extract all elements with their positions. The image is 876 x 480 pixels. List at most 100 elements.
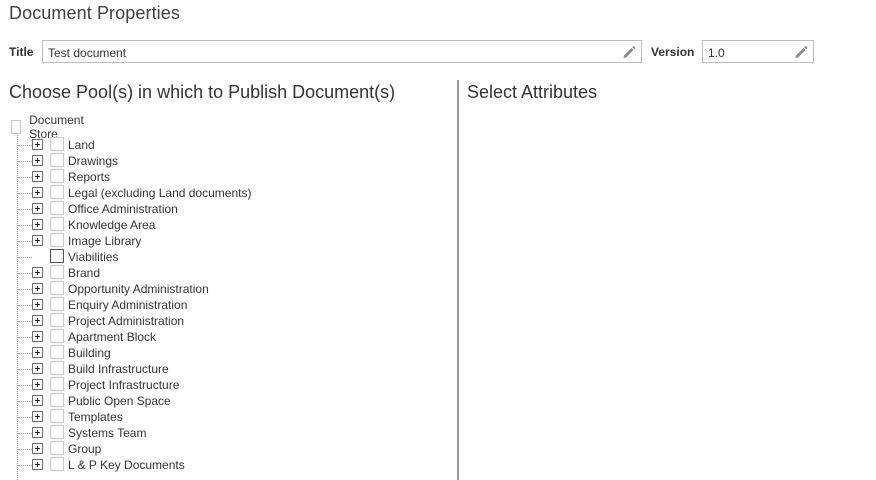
tree-connector	[18, 449, 32, 450]
tree-item-checkbox[interactable]	[50, 249, 64, 263]
expand-plus-icon[interactable]	[32, 379, 43, 390]
tree-item-checkbox[interactable]	[50, 329, 64, 343]
tree-item-label: Group	[68, 442, 102, 456]
tree-item-label: Build Infrastructure	[68, 362, 169, 376]
tree-connector	[18, 465, 32, 466]
tree-connector	[18, 209, 32, 210]
tree-item[interactable]: Reports	[18, 169, 418, 185]
tree-item-label: Systems Team	[68, 426, 147, 440]
tree-item-label: Enquiry Administration	[68, 298, 188, 312]
tree-item[interactable]: Brand	[18, 265, 418, 281]
pools-heading: Choose Pool(s) in which to Publish Docum…	[9, 82, 396, 102]
tree-item-checkbox[interactable]	[50, 425, 64, 439]
tree-item[interactable]: Opportunity Administration	[18, 281, 418, 297]
tree-item-checkbox[interactable]	[50, 345, 64, 359]
tree-connector	[18, 289, 32, 290]
root-checkbox[interactable]	[11, 120, 22, 134]
tree-item[interactable]: Apartment Block	[18, 329, 418, 345]
expand-plus-icon[interactable]	[32, 459, 43, 470]
expand-plus-icon[interactable]	[32, 235, 43, 246]
version-label: Version	[651, 45, 695, 59]
tree-item[interactable]: Build Infrastructure	[18, 361, 418, 377]
tree-item[interactable]: Enquiry Administration	[18, 297, 418, 313]
tree-item[interactable]: Office Administration	[18, 201, 418, 217]
version-field[interactable]: 1.0	[702, 40, 814, 63]
tree-item-checkbox[interactable]	[50, 201, 64, 215]
tree-item-label: L & P Key Documents	[68, 458, 185, 472]
tree-connector	[18, 193, 32, 194]
expand-plus-icon[interactable]	[32, 155, 43, 166]
expand-plus-icon[interactable]	[32, 395, 43, 406]
tree-item[interactable]: Legal (excluding Land documents)	[18, 185, 418, 201]
tree-item-checkbox[interactable]	[50, 441, 64, 455]
tree-item-checkbox[interactable]	[50, 409, 64, 423]
tree-item[interactable]: Drawings	[18, 153, 418, 169]
tree-item-checkbox[interactable]	[50, 457, 64, 471]
expand-plus-icon[interactable]	[32, 315, 43, 326]
tree-connector	[18, 145, 32, 146]
tree-connector	[18, 417, 32, 418]
tree-item-label: Public Open Space	[68, 394, 171, 408]
expand-plus-icon[interactable]	[32, 267, 43, 278]
expand-plus-icon[interactable]	[32, 363, 43, 374]
title-field[interactable]: Test document	[42, 40, 642, 63]
expand-plus-icon[interactable]	[32, 171, 43, 182]
expand-plus-icon[interactable]	[32, 283, 43, 294]
tree-connector	[18, 433, 32, 434]
tree-item-checkbox[interactable]	[50, 361, 64, 375]
expand-plus-icon[interactable]	[32, 347, 43, 358]
expand-plus-icon[interactable]	[32, 299, 43, 310]
expand-plus-icon[interactable]	[32, 331, 43, 342]
tree-item-label: Project Administration	[68, 314, 185, 328]
tree-item-checkbox[interactable]	[50, 377, 64, 391]
tree-item[interactable]: Knowledge Area	[18, 217, 418, 233]
tree-item[interactable]: Systems Team	[18, 425, 418, 441]
tree-item-checkbox[interactable]	[50, 153, 64, 167]
tree-item-checkbox[interactable]	[50, 265, 64, 279]
expand-plus-icon[interactable]	[32, 427, 43, 438]
tree-item-checkbox[interactable]	[50, 313, 64, 327]
tree-item-label: Apartment Block	[68, 330, 157, 344]
expand-plus-icon[interactable]	[32, 443, 43, 454]
tree-item[interactable]: Viabilities	[18, 249, 418, 265]
pencil-icon[interactable]	[621, 44, 637, 60]
tree-item-checkbox[interactable]	[50, 185, 64, 199]
tree-connector	[18, 337, 32, 338]
tree-item[interactable]: Land	[18, 137, 418, 153]
expand-plus-icon[interactable]	[32, 411, 43, 422]
tree-connector	[18, 161, 32, 162]
tree-item[interactable]: Project Infrastructure	[18, 377, 418, 393]
tree-item-checkbox[interactable]	[50, 217, 64, 231]
tree-item[interactable]: Building	[18, 345, 418, 361]
tree-item-label: Opportunity Administration	[68, 282, 209, 296]
tree-item-label: Viabilities	[68, 250, 119, 264]
tree-connector	[18, 241, 32, 242]
tree-connector	[18, 177, 32, 178]
tree-item-checkbox[interactable]	[50, 233, 64, 247]
tree-item[interactable]: L & P Key Documents	[18, 457, 418, 473]
tree-item-label: Drawings	[68, 154, 119, 168]
tree-item[interactable]: Project Administration	[18, 313, 418, 329]
tree-item-label: Legal (excluding Land documents)	[68, 186, 252, 200]
tree-item-checkbox[interactable]	[50, 137, 64, 151]
tree-connector	[18, 273, 32, 274]
tree-item-label: Project Infrastructure	[68, 378, 180, 392]
expand-plus-icon[interactable]	[32, 203, 43, 214]
tree-connector	[18, 305, 32, 306]
tree-item-label: Office Administration	[68, 202, 178, 216]
tree-item-checkbox[interactable]	[50, 281, 64, 295]
tree-item[interactable]: Templates	[18, 409, 418, 425]
expand-plus-icon[interactable]	[32, 219, 43, 230]
tree-item[interactable]: Image Library	[18, 233, 418, 249]
expand-plus-icon[interactable]	[32, 139, 43, 150]
version-value: 1.0	[708, 46, 725, 60]
tree-item-checkbox[interactable]	[50, 297, 64, 311]
title-label: Title	[9, 45, 34, 59]
tree-item[interactable]: Group	[18, 441, 418, 457]
tree-item[interactable]: Public Open Space	[18, 393, 418, 409]
expand-plus-icon[interactable]	[32, 187, 43, 198]
pencil-icon[interactable]	[793, 44, 809, 60]
tree-item-checkbox[interactable]	[50, 169, 64, 183]
tree-item-checkbox[interactable]	[50, 393, 64, 407]
tree-item-label: Reports	[68, 170, 111, 184]
